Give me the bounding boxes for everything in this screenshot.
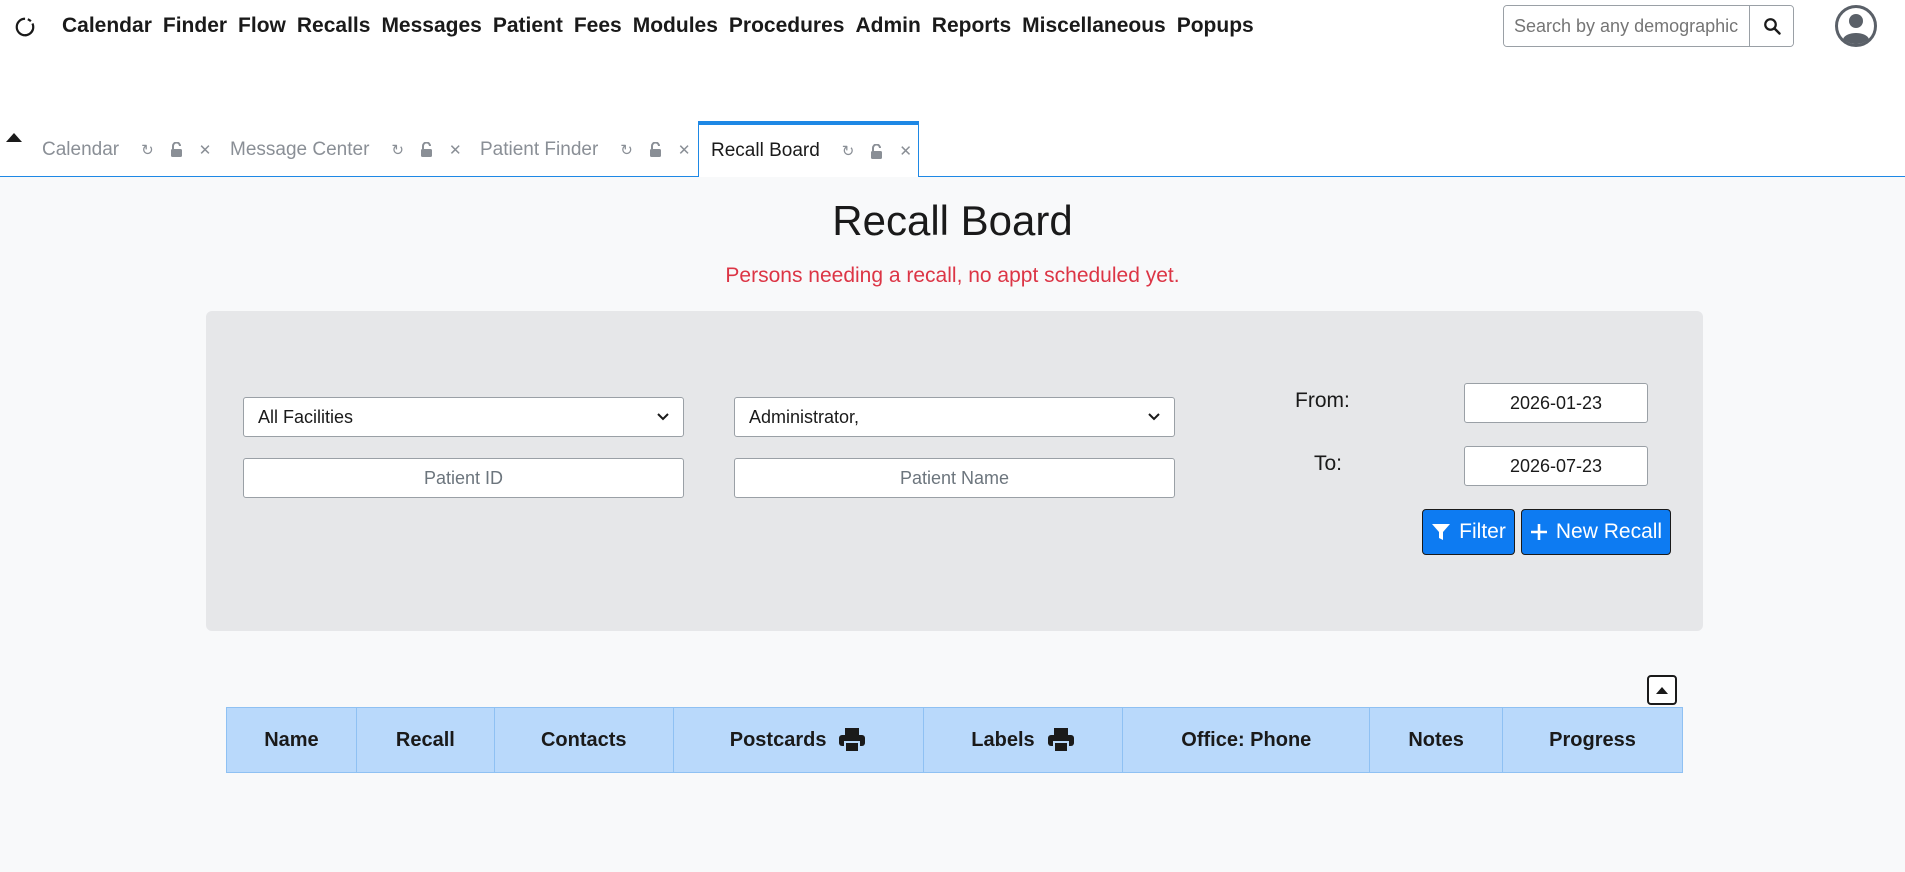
col-postcards[interactable]: Postcards xyxy=(672,707,924,773)
print-icon[interactable] xyxy=(838,727,866,753)
new-recall-button[interactable]: New Recall xyxy=(1521,509,1671,555)
patient-name-input[interactable] xyxy=(734,458,1175,498)
chevron-down-icon xyxy=(657,413,669,421)
menu-miscellaneous[interactable]: Miscellaneous xyxy=(1022,14,1166,38)
new-recall-button-label: New Recall xyxy=(1555,520,1663,543)
search-input[interactable] xyxy=(1504,6,1749,46)
close-icon[interactable]: ✕ xyxy=(199,141,212,159)
close-icon[interactable]: ✕ xyxy=(449,141,462,159)
refresh-icon[interactable]: ↻ xyxy=(842,142,855,160)
menu-admin[interactable]: Admin xyxy=(855,14,920,38)
col-recall[interactable]: Recall xyxy=(355,707,495,773)
refresh-icon[interactable]: ↻ xyxy=(141,141,154,159)
page-subtitle: Persons needing a recall, no appt schedu… xyxy=(725,264,1180,287)
provider-select[interactable]: Administrator, xyxy=(734,397,1175,437)
search-button[interactable] xyxy=(1749,6,1793,46)
unlock-icon[interactable] xyxy=(420,142,433,157)
provider-select-value: Administrator, xyxy=(749,406,860,427)
close-icon[interactable]: ✕ xyxy=(678,141,691,159)
tab-label: Message Center xyxy=(230,138,370,160)
top-navbar: Calendar Finder Flow Recalls Messages Pa… xyxy=(0,0,1905,52)
print-icon[interactable] xyxy=(1047,727,1075,753)
tab-bar: Calendar ↻ ✕ Message Center ↻ ✕ Patient … xyxy=(0,121,1905,177)
facility-select[interactable]: All Facilities xyxy=(243,397,684,437)
filter-panel: All Facilities Administrator, From: To: … xyxy=(206,311,1703,631)
plus-icon xyxy=(1530,524,1547,540)
tab-message-center[interactable]: Message Center ↻ ✕ xyxy=(218,122,462,177)
col-contacts[interactable]: Contacts xyxy=(493,707,674,773)
caret-up-icon[interactable] xyxy=(4,130,24,144)
filter-button[interactable]: Filter xyxy=(1422,509,1515,555)
menu-reports[interactable]: Reports xyxy=(932,14,1011,38)
tab-recall-board[interactable]: Recall Board ↻ ✕ xyxy=(698,121,919,177)
to-date-input[interactable] xyxy=(1464,446,1648,486)
unlock-icon[interactable] xyxy=(649,142,662,157)
menu-popups[interactable]: Popups xyxy=(1177,14,1254,38)
col-notes[interactable]: Notes xyxy=(1369,707,1504,773)
caret-up-icon xyxy=(1656,686,1668,694)
menu-procedures[interactable]: Procedures xyxy=(729,14,845,38)
main-menu: Calendar Finder Flow Recalls Messages Pa… xyxy=(62,14,1265,38)
menu-messages[interactable]: Messages xyxy=(381,14,481,38)
table-header-row: Name Recall Contacts Postcards Labels Of… xyxy=(226,707,1683,773)
global-search xyxy=(1503,5,1794,47)
search-icon xyxy=(1763,18,1781,35)
col-office-phone[interactable]: Office: Phone xyxy=(1122,707,1371,773)
menu-patient[interactable]: Patient xyxy=(493,14,563,38)
tab-label: Recall Board xyxy=(711,140,820,161)
from-date-input[interactable] xyxy=(1464,383,1648,423)
patient-id-input[interactable] xyxy=(243,458,684,498)
col-name[interactable]: Name xyxy=(226,707,357,773)
recall-table: Name Recall Contacts Postcards Labels Of… xyxy=(226,707,1683,773)
col-labels[interactable]: Labels xyxy=(922,707,1124,773)
col-progress[interactable]: Progress xyxy=(1502,707,1683,773)
refresh-icon[interactable]: ↻ xyxy=(620,141,633,159)
collapse-filters-button[interactable] xyxy=(1647,675,1677,705)
from-label: From: xyxy=(1295,389,1350,412)
recall-board-content: Recall Board Persons needing a recall, n… xyxy=(0,177,1905,872)
unlock-icon[interactable] xyxy=(870,143,883,159)
chevron-down-icon xyxy=(1148,413,1160,421)
logo-icon[interactable] xyxy=(14,16,36,38)
page-title: Recall Board xyxy=(832,197,1073,244)
close-icon[interactable]: ✕ xyxy=(899,142,912,160)
menu-fees[interactable]: Fees xyxy=(574,14,622,38)
filter-button-label: Filter xyxy=(1459,520,1506,543)
tab-calendar[interactable]: Calendar ↻ ✕ xyxy=(30,122,211,177)
tab-label: Patient Finder xyxy=(480,138,599,160)
menu-flow[interactable]: Flow xyxy=(238,14,286,38)
user-avatar-icon[interactable] xyxy=(1834,4,1878,48)
menu-calendar[interactable]: Calendar xyxy=(62,14,152,38)
unlock-icon[interactable] xyxy=(170,142,183,157)
refresh-icon[interactable]: ↻ xyxy=(391,141,404,159)
menu-finder[interactable]: Finder xyxy=(163,14,227,38)
menu-modules[interactable]: Modules xyxy=(633,14,718,38)
tab-patient-finder[interactable]: Patient Finder ↻ ✕ xyxy=(468,122,690,177)
menu-recalls[interactable]: Recalls xyxy=(297,14,371,38)
facility-select-value: All Facilities xyxy=(258,406,354,427)
tab-label: Calendar xyxy=(42,138,120,160)
filter-icon xyxy=(1432,524,1451,540)
to-label: To: xyxy=(1314,452,1343,475)
